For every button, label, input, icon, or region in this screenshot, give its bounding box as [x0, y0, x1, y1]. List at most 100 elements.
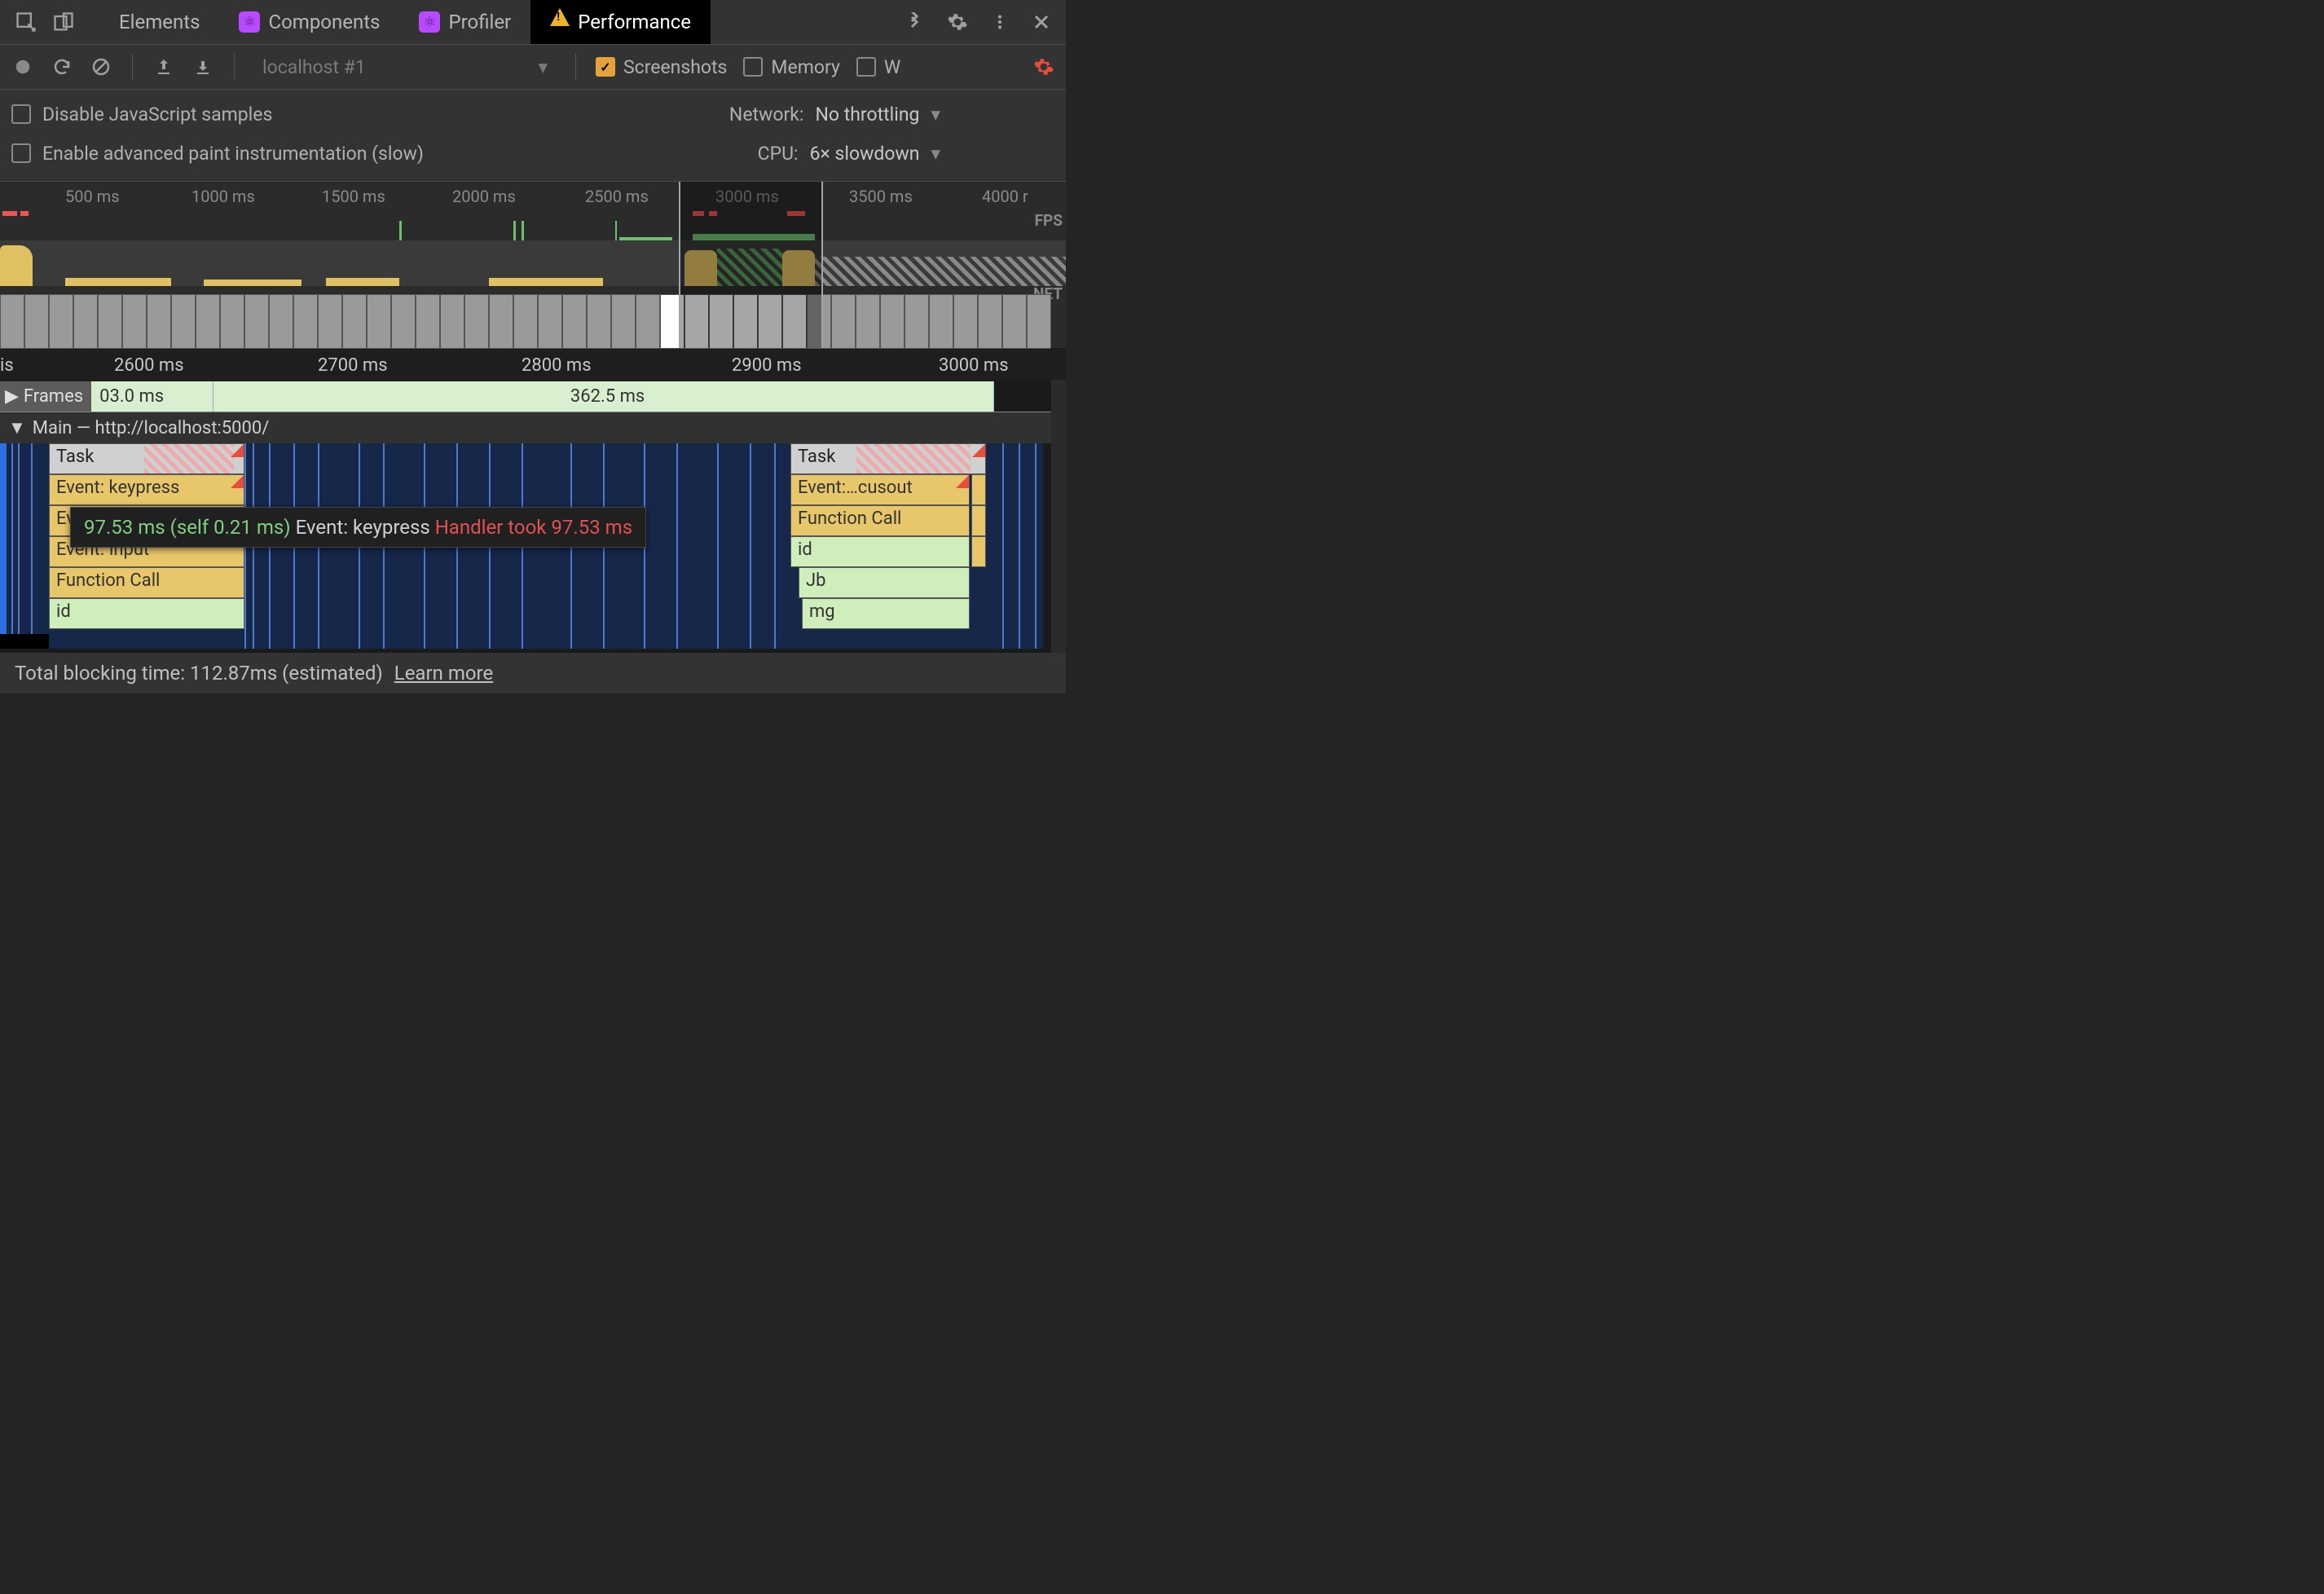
- flame-event-keypress[interactable]: Event: keypress: [49, 474, 244, 505]
- warning-icon: [231, 475, 244, 488]
- status-bar: Total blocking time: 112.87ms (estimated…: [0, 653, 1066, 694]
- flame-id[interactable]: id: [790, 536, 970, 567]
- chevron-down-icon: ▾: [538, 56, 548, 78]
- tab-components[interactable]: ⚛ Components: [219, 0, 399, 44]
- checkbox-icon: [856, 57, 876, 77]
- checkbox-icon: [743, 57, 763, 77]
- select-value: localhost #1: [262, 56, 366, 78]
- memory-checkbox[interactable]: Memory: [743, 56, 839, 78]
- flame-task[interactable]: Task: [49, 443, 244, 474]
- cpu-select[interactable]: 6× slowdown: [810, 143, 920, 165]
- flame-event-cusout[interactable]: Event:…cusout: [790, 474, 970, 505]
- disable-js-checkbox[interactable]: [11, 104, 31, 124]
- flame-mg[interactable]: mg: [802, 598, 970, 629]
- download-button[interactable]: [191, 55, 214, 78]
- flame-sliver[interactable]: [971, 505, 986, 536]
- chevron-down-icon: ▾: [931, 143, 940, 165]
- separator: [575, 54, 576, 80]
- warning-icon: [956, 475, 969, 488]
- settings-row-2: Enable advanced paint instrumentation (s…: [11, 134, 1054, 173]
- inspect-icon[interactable]: [15, 11, 37, 33]
- w-checkbox[interactable]: W: [856, 56, 900, 78]
- tab-label: Profiler: [448, 11, 511, 33]
- flame-tooltip: 97.53 ms (self 0.21 ms) Event: keypress …: [70, 507, 646, 548]
- checkbox-label: W: [884, 56, 900, 78]
- capture-settings: Disable JavaScript samples Network: No t…: [0, 90, 1066, 182]
- setting-label: Enable advanced paint instrumentation (s…: [42, 143, 424, 165]
- expand-icon: ▶: [5, 386, 19, 407]
- flame-sliver[interactable]: [971, 474, 986, 505]
- frame-segment[interactable]: 03.0 ms: [91, 381, 213, 412]
- tick-label: 2800 ms: [522, 355, 592, 376]
- tick-label: 4000 r: [982, 187, 1028, 206]
- devtools-tabbar: Elements ⚛ Components ⚛ Profiler Perform…: [0, 0, 1066, 45]
- timeline-detail: is 2600 ms 2700 ms 2800 ms 2900 ms 3000 …: [0, 349, 1066, 653]
- main-thread-header[interactable]: ▼ Main — http://localhost:5000/: [0, 412, 1066, 443]
- timeline-overview[interactable]: 500 ms 1000 ms 1500 ms 2000 ms 2500 ms 3…: [0, 182, 1066, 349]
- tab-elements[interactable]: Elements: [99, 0, 219, 44]
- flame-id[interactable]: id: [49, 598, 244, 629]
- record-button[interactable]: [11, 55, 34, 78]
- device-toggle-icon[interactable]: [52, 11, 75, 33]
- tab-label: Components: [268, 11, 380, 33]
- tab-label: Elements: [119, 11, 200, 33]
- tick-label: 3500 ms: [849, 187, 913, 206]
- tick-label: 1000 ms: [191, 187, 255, 206]
- frames-header[interactable]: ▶ Frames: [0, 381, 91, 412]
- kebab-menu-icon[interactable]: [991, 11, 1009, 33]
- upload-button[interactable]: [152, 55, 175, 78]
- collapse-icon: ▼: [8, 417, 26, 438]
- close-icon[interactable]: [1032, 12, 1051, 32]
- cpu-label: CPU:: [758, 143, 799, 165]
- flame-task[interactable]: Task: [790, 443, 986, 474]
- tick-label: 1500 ms: [322, 187, 385, 206]
- tabbar-right-icons: [905, 11, 1059, 33]
- recording-source-select[interactable]: localhost #1 ▾: [254, 56, 556, 78]
- network-select[interactable]: No throttling: [815, 103, 919, 125]
- more-tabs-icon[interactable]: [905, 12, 924, 32]
- tooltip-duration: 97.53 ms (self 0.21 ms): [84, 516, 291, 539]
- warning-icon: [231, 444, 244, 457]
- capture-settings-gear-icon[interactable]: [1033, 56, 1054, 77]
- separator: [132, 54, 133, 80]
- tab-profiler[interactable]: ⚛ Profiler: [399, 0, 530, 44]
- overview-selection-window[interactable]: [679, 182, 823, 348]
- detail-ruler: is 2600 ms 2700 ms 2800 ms 2900 ms 3000 …: [0, 349, 1066, 381]
- flamechart[interactable]: Task Event: keypress Ev Event. input Fun…: [0, 443, 1043, 649]
- enable-paint-checkbox[interactable]: [11, 143, 31, 163]
- network-label: Network:: [729, 103, 804, 125]
- clear-button[interactable]: [90, 55, 112, 78]
- settings-gear-icon[interactable]: [947, 11, 968, 33]
- react-icon: ⚛: [419, 11, 440, 33]
- tick-label: 2900 ms: [732, 355, 802, 376]
- setting-label: Disable JavaScript samples: [42, 103, 272, 125]
- tick-label: 500 ms: [65, 187, 120, 206]
- chevron-down-icon: ▾: [931, 103, 940, 125]
- tick-label: 2000 ms: [452, 187, 516, 206]
- tabbar-left-icons: [7, 11, 99, 33]
- tick-label: is: [0, 355, 14, 376]
- overview-fps-lane: [0, 206, 1066, 240]
- learn-more-link[interactable]: Learn more: [394, 662, 493, 685]
- screenshots-checkbox[interactable]: Screenshots: [596, 56, 727, 78]
- flame-function-call[interactable]: Function Call: [790, 505, 970, 536]
- settings-row-1: Disable JavaScript samples Network: No t…: [11, 95, 1054, 134]
- reload-record-button[interactable]: [51, 55, 73, 78]
- checkbox-icon: [596, 57, 615, 77]
- overview-cpu-lane: [0, 240, 1066, 286]
- overview-filmstrip: [0, 294, 1066, 349]
- tick-label: 2500 ms: [585, 187, 649, 206]
- flame-jb[interactable]: Jb: [799, 567, 970, 598]
- scrollbar[interactable]: [1051, 380, 1066, 653]
- tab-performance[interactable]: Performance: [530, 0, 711, 44]
- react-icon: ⚛: [239, 11, 260, 33]
- flame-sliver[interactable]: [971, 536, 986, 567]
- separator: [234, 54, 235, 80]
- flame-function-call[interactable]: Function Call: [49, 567, 244, 598]
- tooltip-warning: Handler took 97.53 ms: [435, 516, 632, 539]
- frame-segment[interactable]: 362.5 ms: [213, 381, 994, 412]
- performance-toolbar: localhost #1 ▾ Screenshots Memory W: [0, 45, 1066, 90]
- warning-icon: [972, 444, 985, 457]
- frames-track[interactable]: ▶ Frames 03.0 ms 362.5 ms: [0, 381, 1066, 412]
- tick-label: 2700 ms: [318, 355, 388, 376]
